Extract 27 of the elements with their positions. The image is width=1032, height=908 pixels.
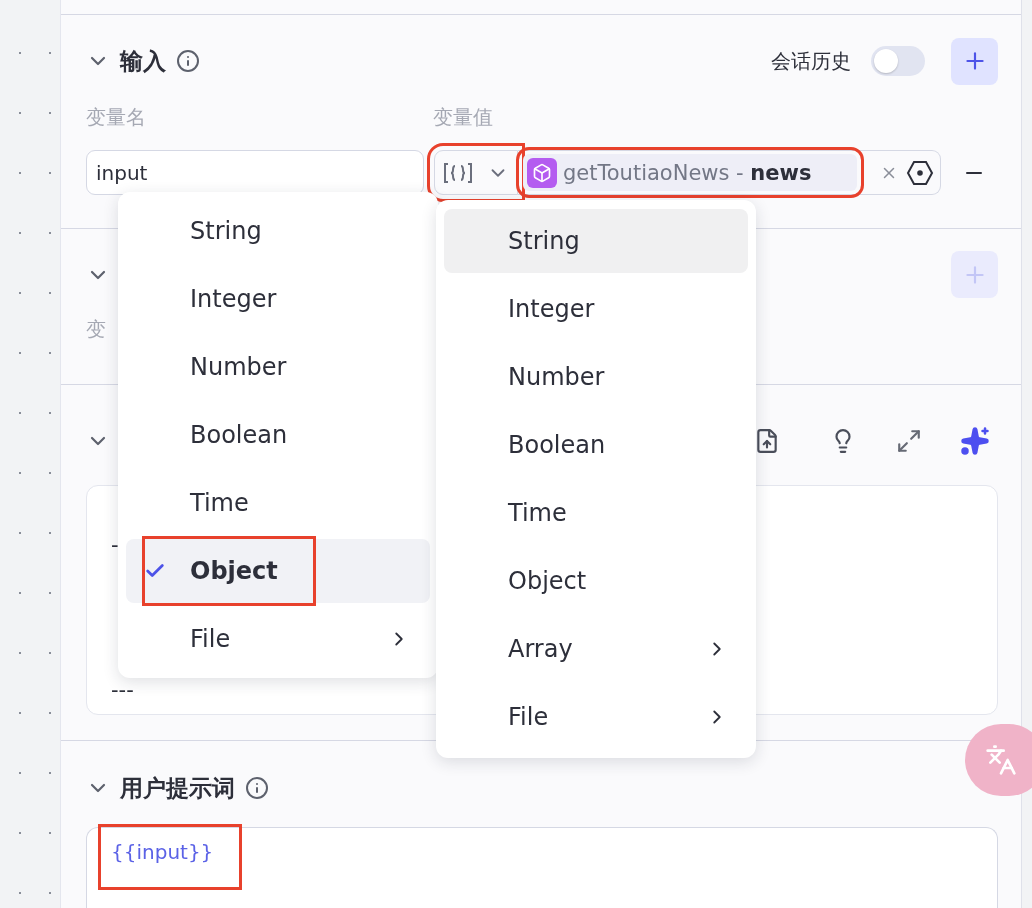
- history-label: 会话历史: [771, 47, 851, 75]
- menu-item[interactable]: Time: [126, 471, 430, 535]
- prompt-text: {{input}}: [111, 840, 214, 864]
- menu-item[interactable]: Integer: [126, 267, 430, 331]
- menu-item[interactable]: Boolean: [126, 403, 430, 467]
- section-title: 输入: [120, 46, 166, 76]
- menu-item[interactable]: String: [126, 199, 430, 263]
- menu-item[interactable]: Time: [444, 481, 748, 545]
- menu-item[interactable]: Object: [444, 549, 748, 613]
- code-line: ---: [111, 677, 134, 704]
- name-field[interactable]: input: [86, 150, 424, 195]
- section-title: 用户提示词: [120, 773, 235, 803]
- menu-item[interactable]: Object: [126, 539, 430, 603]
- value-field[interactable]: getToutiaoNews - news: [518, 150, 941, 195]
- prompt-editor[interactable]: {{input}}: [86, 827, 998, 908]
- menu-item[interactable]: Integer: [444, 277, 748, 341]
- menu-item[interactable]: File: [444, 685, 748, 749]
- menu-item[interactable]: File: [126, 607, 430, 671]
- menu-item[interactable]: Array: [444, 617, 748, 681]
- menu-item[interactable]: Number: [126, 335, 430, 399]
- menu-item[interactable]: Boolean: [444, 413, 748, 477]
- code-line: -: [111, 532, 119, 559]
- column-label: 变: [86, 316, 107, 343]
- column-label: 变量名: [86, 104, 147, 131]
- column-label: 变量值: [433, 104, 494, 131]
- menu-item[interactable]: Number: [444, 345, 748, 409]
- menu-item[interactable]: String: [444, 209, 748, 273]
